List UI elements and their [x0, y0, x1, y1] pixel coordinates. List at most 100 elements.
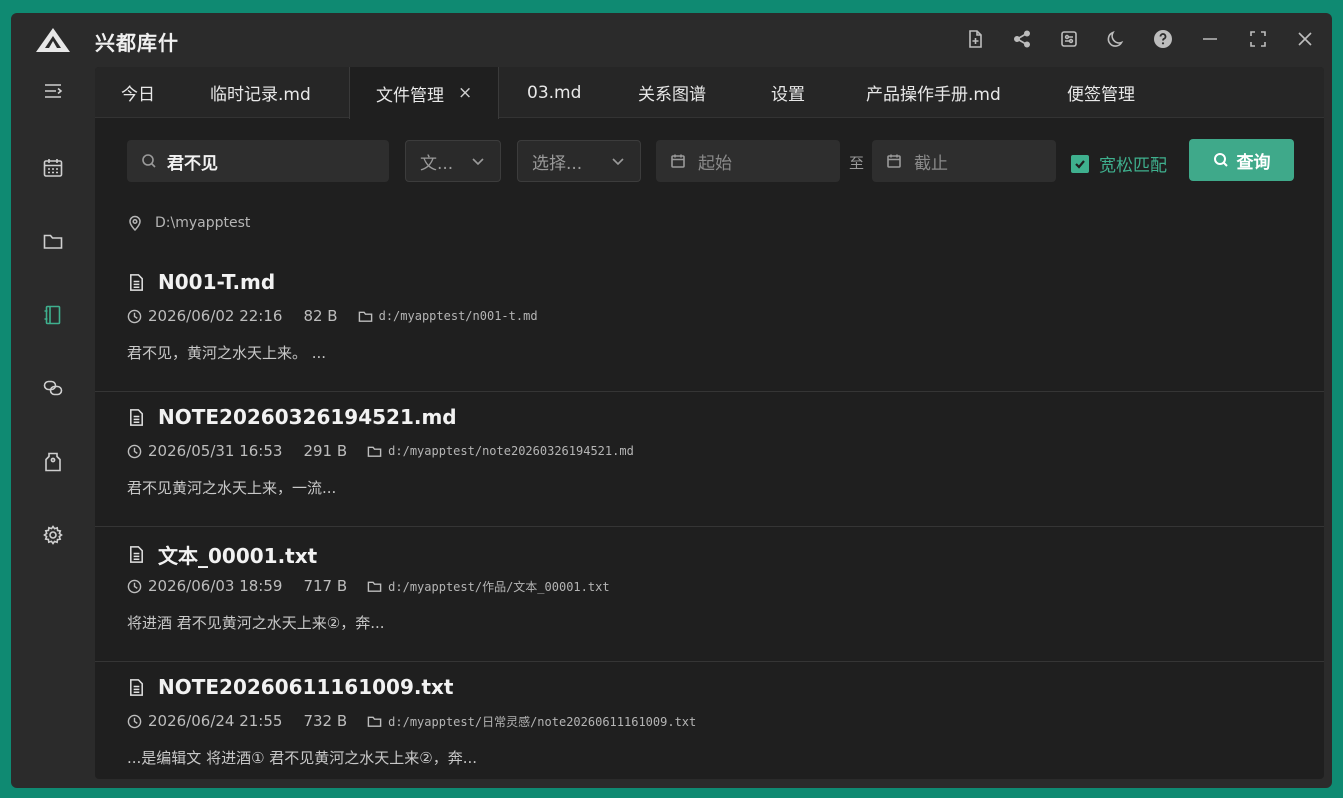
- start-date-input[interactable]: 起始: [656, 140, 840, 182]
- loose-match-checkbox[interactable]: 宽松匹配: [1071, 151, 1167, 176]
- tab-label: 03.md: [527, 82, 582, 103]
- tab-relation-graph[interactable]: 关系图谱: [638, 67, 706, 118]
- result-snippet: 将进酒 君不见黄河之水天上来②，奔...: [127, 614, 385, 632]
- new-file-icon: [969, 30, 982, 48]
- category-value: 选择...: [532, 153, 583, 174]
- close-window-button[interactable]: [1291, 25, 1319, 53]
- new-file-button[interactable]: [961, 25, 989, 53]
- panel-settings-button[interactable]: [1055, 25, 1083, 53]
- list-item[interactable]: 文本_00001.txt 2026/06/03 18:59 717 B d:/m…: [95, 527, 1324, 662]
- result-path: d:/myapptest/作品/文本_00001.txt: [388, 579, 610, 594]
- file-type-select[interactable]: 文...: [405, 140, 501, 182]
- sidebar-toggle[interactable]: [38, 76, 68, 106]
- file-icon: [130, 546, 143, 563]
- clock-icon: [127, 579, 142, 593]
- folder-icon: [358, 311, 372, 322]
- tab-03-md[interactable]: 03.md: [527, 67, 581, 118]
- chevron-down-icon: [610, 153, 626, 169]
- sidebar-item-settings[interactable]: [38, 520, 68, 550]
- sidebar-item-notebook[interactable]: [38, 300, 68, 330]
- tab-sticky-notes[interactable]: 便签管理: [1067, 67, 1135, 118]
- clock-icon: [127, 309, 142, 323]
- main-panel: 今日 临时记录.md 文件管理 × 03.md 关系图谱 设置 产品操作手册.m…: [95, 67, 1324, 779]
- result-path: d:/myapptest/n001-t.md: [378, 309, 538, 323]
- calendar-icon: [670, 153, 686, 169]
- start-date-placeholder: 起始: [698, 153, 732, 174]
- file-icon: [130, 273, 143, 291]
- link-icon: [43, 380, 63, 396]
- result-snippet: 君不见，黄河之水天上来。 ...: [127, 344, 327, 362]
- moon-icon: [1107, 31, 1124, 47]
- result-title[interactable]: 文本_00001.txt: [127, 540, 317, 569]
- title-bar: 兴都库什: [11, 13, 1332, 67]
- help-button[interactable]: [1149, 25, 1177, 53]
- share-button[interactable]: [1008, 25, 1036, 53]
- app-title: 兴都库什: [95, 31, 179, 55]
- result-size: 291 B: [303, 442, 348, 460]
- tab-bar: 今日 临时记录.md 文件管理 × 03.md 关系图谱 设置 产品操作手册.m…: [95, 67, 1324, 119]
- result-path: d:/myapptest/日常灵感/note20260611161009.txt: [388, 714, 697, 729]
- tab-today[interactable]: 今日: [121, 67, 155, 118]
- list-item[interactable]: NOTE20260326194521.md 2026/05/31 16:53 2…: [95, 392, 1324, 527]
- sidebar-item-tags[interactable]: [38, 447, 68, 477]
- checkbox-checked-icon: [1071, 154, 1089, 173]
- calendar-icon: [886, 153, 902, 169]
- tab-settings[interactable]: 设置: [771, 67, 805, 118]
- result-title[interactable]: NOTE20260611161009.txt: [127, 675, 454, 699]
- tab-file-manager[interactable]: 文件管理 ×: [349, 67, 500, 119]
- notebook-icon: [44, 305, 61, 325]
- tab-label: 今日: [121, 85, 155, 105]
- result-meta: 2026/06/03 18:59 717 B d:/myapptest/作品/文…: [127, 577, 610, 595]
- search-input[interactable]: 君不见: [127, 140, 389, 182]
- category-select[interactable]: 选择...: [517, 140, 641, 182]
- result-title[interactable]: NOTE20260326194521.md: [127, 405, 457, 429]
- side-navigation: [11, 67, 95, 788]
- file-type-value: 文...: [420, 153, 454, 174]
- result-meta: 2026/06/02 22:16 82 B d:/myapptest/n001-…: [127, 307, 538, 325]
- result-meta: 2026/06/24 21:55 732 B d:/myapptest/日常灵感…: [127, 712, 696, 730]
- search-icon: [1213, 153, 1228, 167]
- sidebar-item-links[interactable]: [38, 373, 68, 403]
- clock-icon: [127, 444, 142, 458]
- tab-label: 产品操作手册.md: [866, 85, 1001, 105]
- search-icon: [141, 153, 157, 169]
- result-snippet: ...是编辑文 将进酒① 君不见黄河之水天上来②，奔...: [127, 749, 478, 767]
- root-path: D:\myapptest: [127, 215, 250, 231]
- tab-product-manual[interactable]: 产品操作手册.md: [866, 67, 1001, 118]
- loose-match-label: 宽松匹配: [1099, 156, 1167, 176]
- result-title[interactable]: N001-T.md: [127, 270, 275, 294]
- sidebar-item-folder[interactable]: [38, 226, 68, 256]
- minimize-button[interactable]: [1196, 25, 1224, 53]
- result-datetime: 2026/05/31 16:53: [148, 442, 283, 460]
- tab-close-icon[interactable]: ×: [458, 83, 472, 103]
- app-logo-icon: [36, 28, 70, 52]
- result-path: d:/myapptest/note20260326194521.md: [388, 444, 634, 458]
- gear-icon: [43, 525, 63, 545]
- tab-label: 便签管理: [1067, 85, 1135, 105]
- share-icon: [1013, 30, 1031, 48]
- result-file-name: 文本_00001.txt: [158, 544, 318, 568]
- theme-toggle-button[interactable]: [1102, 25, 1130, 53]
- chevron-down-icon: [470, 153, 486, 169]
- folder-icon: [367, 446, 382, 457]
- result-size: 717 B: [303, 577, 348, 595]
- sidebar-item-calendar[interactable]: [38, 153, 68, 183]
- result-datetime: 2026/06/24 21:55: [148, 712, 283, 730]
- end-date-input[interactable]: 截止: [872, 140, 1056, 182]
- file-icon: [130, 408, 143, 426]
- result-size: 732 B: [303, 712, 348, 730]
- clock-icon: [127, 714, 142, 728]
- list-item[interactable]: NOTE20260611161009.txt 2026/06/24 21:55 …: [95, 662, 1324, 779]
- tab-label: 设置: [771, 85, 805, 105]
- app-window: 兴都库什 今日 临时记录.md 文件管理 × 03.md 关系图谱 设置 产品操…: [11, 13, 1332, 788]
- tab-label: 文件管理: [376, 85, 444, 106]
- fullscreen-button[interactable]: [1244, 25, 1272, 53]
- root-path-text: D:\myapptest: [155, 215, 251, 231]
- close-icon: [1298, 32, 1312, 46]
- location-pin-icon: [129, 215, 141, 231]
- file-icon: [130, 678, 143, 696]
- result-size: 82 B: [303, 307, 338, 325]
- query-button[interactable]: 查询: [1189, 139, 1294, 181]
- tab-temp-notes[interactable]: 临时记录.md: [210, 67, 311, 118]
- list-item[interactable]: N001-T.md 2026/06/02 22:16 82 B d:/myapp…: [95, 257, 1324, 392]
